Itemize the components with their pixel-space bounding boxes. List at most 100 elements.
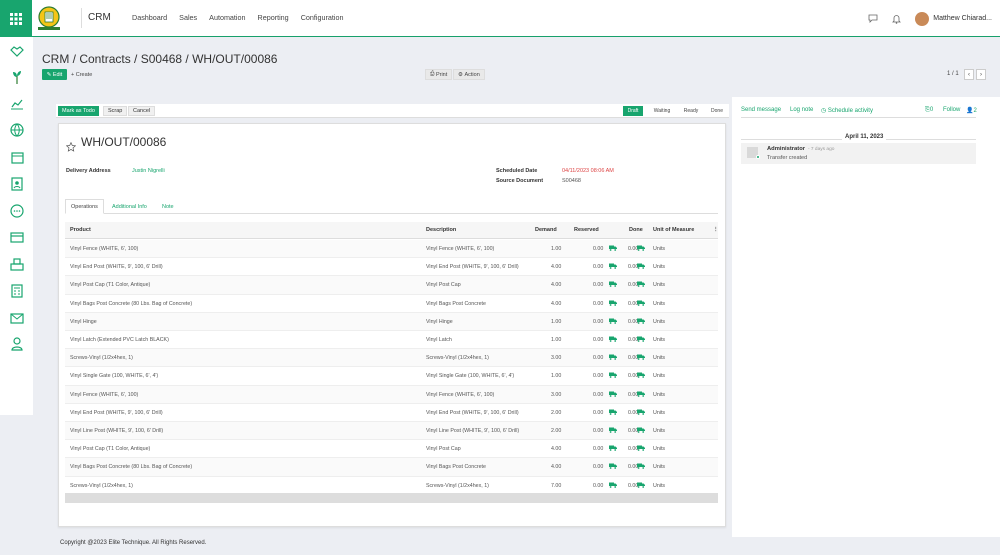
company-logo[interactable]	[35, 5, 63, 32]
user-menu[interactable]: Matthew Chiarad...	[933, 15, 992, 22]
pager-next-button[interactable]: ›	[976, 69, 986, 80]
table-row[interactable]: Vinyl Post Cap (T1 Color, Antique) Vinyl …	[65, 440, 718, 459]
credit-card-icon[interactable]	[9, 229, 25, 245]
create-button[interactable]: + Create	[71, 69, 92, 80]
breadcrumb-contracts[interactable]: Contracts	[79, 52, 130, 66]
cancel-button[interactable]: Cancel	[128, 106, 156, 116]
table-row[interactable]: Vinyl Hinge Vinyl Hinge 1.00 0.00 0.00 Units	[65, 312, 718, 331]
truck-icon[interactable]	[637, 354, 645, 362]
truck-icon[interactable]	[637, 463, 645, 471]
plant-icon[interactable]	[9, 69, 25, 85]
menu-configuration[interactable]: Configuration	[301, 13, 344, 22]
contact-card-icon[interactable]	[9, 176, 25, 192]
truck-icon[interactable]	[637, 318, 645, 326]
chart-icon[interactable]	[9, 96, 25, 112]
truck-icon[interactable]	[609, 463, 617, 471]
truck-icon[interactable]	[609, 281, 617, 289]
col-done[interactable]: Done	[629, 227, 643, 233]
warehouse-icon[interactable]	[9, 256, 25, 272]
calculator-icon[interactable]	[9, 283, 25, 299]
truck-icon[interactable]	[609, 300, 617, 308]
truck-icon[interactable]	[637, 445, 645, 453]
col-demand[interactable]: Demand	[535, 227, 557, 233]
col-reserved[interactable]: Reserved	[574, 227, 599, 233]
table-row[interactable]: Vinyl Bags Post Concrete (80 Lbs. Bag of…	[65, 458, 718, 477]
tab-operations[interactable]: Operations	[65, 199, 104, 214]
chat-icon[interactable]	[868, 14, 878, 23]
truck-icon[interactable]	[609, 482, 617, 490]
schedule-activity-button[interactable]: ◷ Schedule activity	[821, 107, 873, 114]
menu-sales[interactable]: Sales	[179, 13, 197, 22]
tab-note[interactable]: Note	[157, 199, 179, 214]
truck-icon[interactable]	[637, 391, 645, 399]
truck-icon[interactable]	[609, 263, 617, 271]
action-button[interactable]: ⚙ Action	[453, 69, 485, 80]
table-row[interactable]: Screws-Vinyl (1/2x4hex, 1) Screws-Vinyl (…	[65, 349, 718, 368]
mail-icon[interactable]	[9, 310, 25, 326]
print-button[interactable]: ⎙ Print	[425, 69, 453, 80]
truck-icon[interactable]	[637, 245, 645, 253]
table-row[interactable]: Vinyl Post Cap (T1 Color, Antique) Vinyl …	[65, 276, 718, 295]
mark-as-todo-button[interactable]: Mark as Todo	[58, 106, 99, 116]
truck-icon[interactable]	[637, 482, 645, 490]
truck-icon[interactable]	[609, 354, 617, 362]
pager-previous-button[interactable]: ‹	[964, 69, 974, 80]
send-message-button[interactable]: Send message	[741, 107, 781, 113]
stage-draft[interactable]: Draft	[623, 106, 643, 116]
avatar[interactable]	[915, 11, 930, 26]
stage-waiting[interactable]: Waiting	[649, 106, 675, 116]
truck-icon[interactable]	[609, 409, 617, 417]
truck-icon[interactable]	[637, 263, 645, 271]
followers-button[interactable]: 👤2	[966, 107, 977, 114]
col-product[interactable]: Product	[70, 227, 91, 233]
truck-icon[interactable]	[609, 391, 617, 399]
star-icon[interactable]	[65, 141, 77, 154]
table-row[interactable]: Vinyl Fence (WHITE, 6', 100) Vinyl Fence …	[65, 385, 718, 404]
col-uom[interactable]: Unit of Measure	[653, 227, 694, 233]
breadcrumb-crm[interactable]: CRM	[42, 52, 69, 66]
truck-icon[interactable]	[609, 245, 617, 253]
truck-icon[interactable]	[637, 372, 645, 380]
menu-reporting[interactable]: Reporting	[258, 13, 289, 22]
menu-dashboard[interactable]: Dashboard	[132, 13, 167, 22]
pager-value[interactable]: 1 / 1	[947, 71, 959, 77]
truck-icon[interactable]	[609, 427, 617, 435]
delivery-address-value[interactable]: Justin Nigrelli	[132, 168, 165, 174]
bell-icon[interactable]	[892, 14, 902, 24]
truck-icon[interactable]	[609, 445, 617, 453]
handshake-icon[interactable]	[9, 43, 25, 59]
breadcrumb-order[interactable]: S00468	[141, 52, 182, 66]
truck-icon[interactable]	[609, 372, 617, 380]
apps-menu-button[interactable]	[0, 0, 32, 37]
truck-icon[interactable]	[637, 427, 645, 435]
attachments-button[interactable]: ⎘0	[925, 107, 933, 114]
truck-icon[interactable]	[637, 281, 645, 289]
menu-automation[interactable]: Automation	[209, 13, 245, 22]
truck-icon[interactable]	[637, 336, 645, 344]
globe-icon[interactable]	[9, 122, 25, 138]
tab-additional-info[interactable]: Additional Info	[107, 199, 152, 214]
follow-button[interactable]: Follow	[943, 107, 960, 113]
scrap-button[interactable]: Scrap	[103, 106, 128, 116]
table-row[interactable]: Vinyl Single Gate (100, WHITE, 6', 4') Vi…	[65, 367, 718, 386]
chat-bubble-icon[interactable]	[9, 203, 25, 219]
column-options-icon[interactable]: ⋮	[713, 227, 719, 233]
truck-icon[interactable]	[609, 318, 617, 326]
calendar-icon[interactable]	[9, 149, 25, 165]
truck-icon[interactable]	[637, 409, 645, 417]
log-note-button[interactable]: Log note	[790, 107, 813, 113]
app-name[interactable]: CRM	[88, 12, 111, 23]
table-row[interactable]: Vinyl Latch (Extended PVC Latch BLACK) Vi…	[65, 331, 718, 350]
user-icon[interactable]	[9, 336, 25, 352]
stage-ready[interactable]: Ready	[680, 106, 702, 116]
table-row[interactable]: Vinyl End Post (WHITE, 9', 100, 6' Drill…	[65, 404, 718, 422]
table-row[interactable]: Vinyl Fence (WHITE, 6', 100) Vinyl Fence …	[65, 240, 718, 259]
table-row[interactable]: Vinyl Line Post (WHITE, 9', 100, 6' Dril…	[65, 422, 718, 441]
table-row[interactable]: Vinyl Bags Post Concrete (80 Lbs. Bag of…	[65, 295, 718, 313]
truck-icon[interactable]	[637, 300, 645, 308]
stage-done[interactable]: Done	[707, 106, 727, 116]
truck-icon[interactable]	[609, 336, 617, 344]
message-author[interactable]: Administrator	[767, 146, 805, 152]
table-row[interactable]: Vinyl End Post (WHITE, 9', 100, 6' Drill…	[65, 258, 718, 277]
col-description[interactable]: Description	[426, 227, 456, 233]
